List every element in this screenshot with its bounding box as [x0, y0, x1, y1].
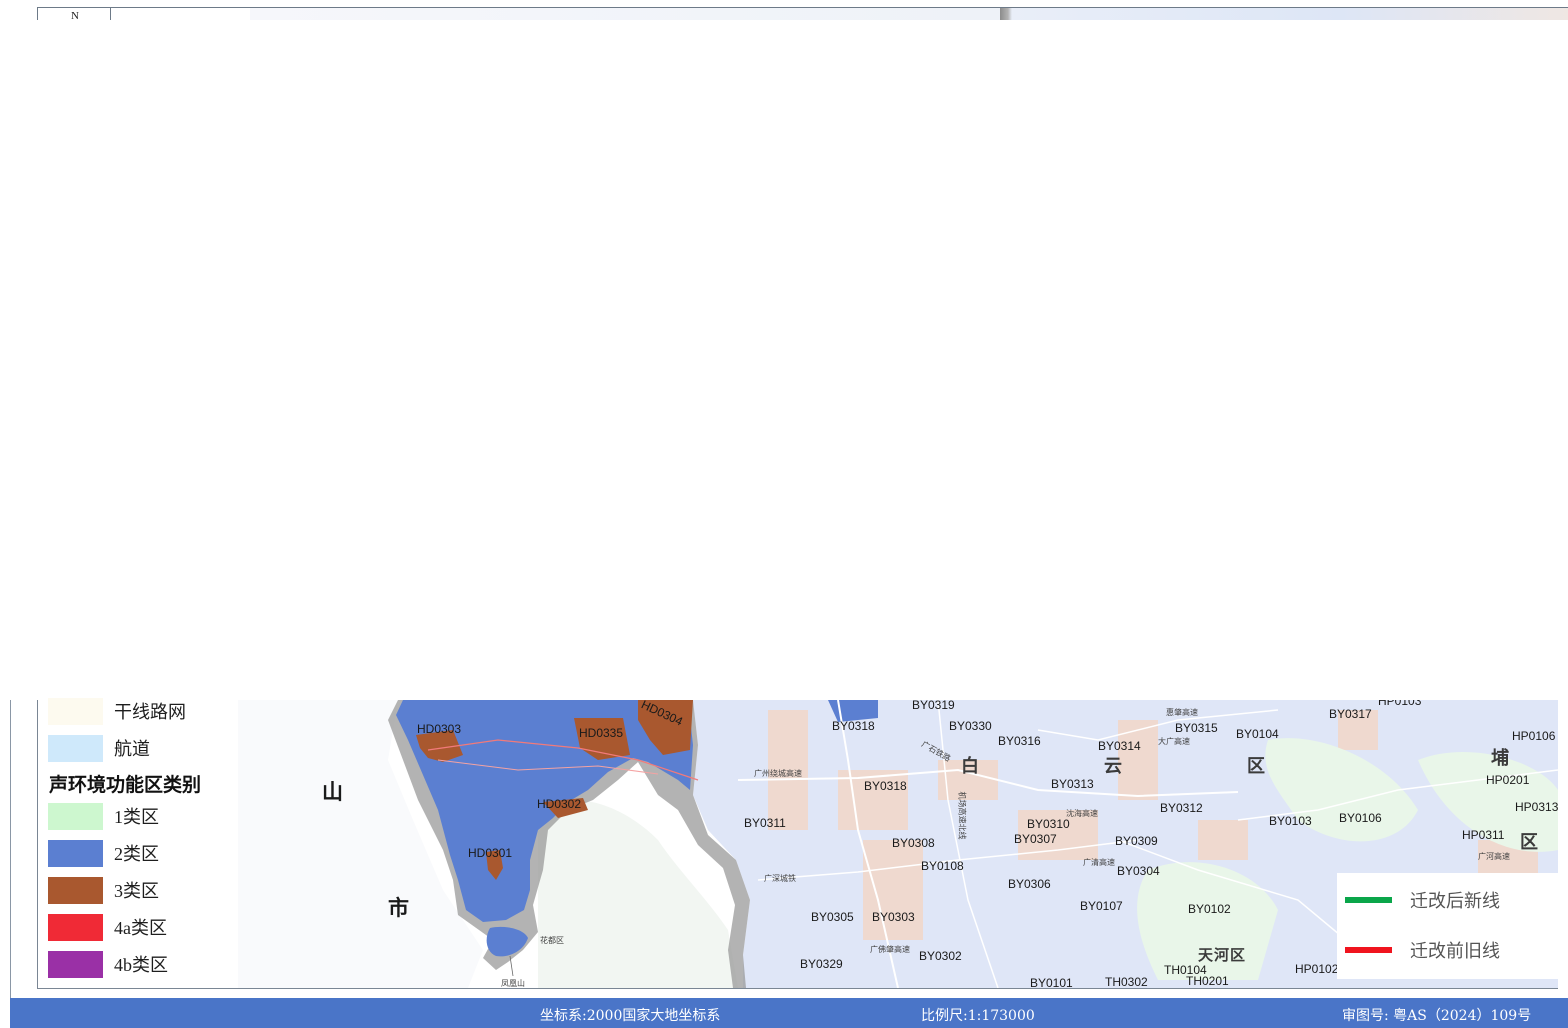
- legend-item-zone-1: 1类区: [48, 802, 159, 830]
- legend-item-zone-2: 2类区: [48, 839, 159, 867]
- zone-label[interactable]: HD0303: [417, 722, 461, 736]
- zone-label[interactable]: BY0309: [1115, 834, 1158, 848]
- region-char-shan: 山: [322, 779, 343, 804]
- zone-label[interactable]: BY0318: [864, 779, 907, 793]
- zone-label[interactable]: BY0304: [1117, 864, 1160, 878]
- legend-label: 4b类区: [114, 955, 168, 975]
- region-char-shi: 市: [388, 895, 409, 920]
- road-name: 机场高速北线: [957, 791, 967, 840]
- legend-item-zone-4b: 4b类区: [48, 950, 168, 978]
- line-legend: 迁改后新线 迁改前旧线: [1337, 873, 1558, 979]
- legend-item-zone-4a: 4a类区: [48, 913, 167, 941]
- frame-divider: [110, 7, 111, 20]
- legend-swatch: [48, 839, 103, 867]
- road-name: 广深城铁: [764, 874, 796, 883]
- footer-bar: 坐标系:2000国家大地坐标系 比例尺:1:173000 审图号: 粤AS（20…: [10, 998, 1568, 1028]
- legend-label: 3类区: [114, 881, 159, 901]
- zone-label[interactable]: BY0107: [1080, 899, 1123, 913]
- road-name: 广州绕城高速: [754, 769, 802, 778]
- legend-item-zone-3: 3类区: [48, 876, 159, 904]
- zone-label[interactable]: HP0103: [1378, 700, 1421, 708]
- district-char-qu: 区: [1247, 756, 1266, 777]
- zone-label[interactable]: BY0329: [800, 957, 843, 971]
- zone-label[interactable]: BY0313: [1051, 777, 1094, 791]
- zone-label[interactable]: HD0335: [579, 726, 623, 740]
- zone-label[interactable]: TH0201: [1186, 974, 1229, 988]
- road-name: 沈海高速: [1066, 809, 1098, 818]
- zone-label[interactable]: BY0316: [998, 734, 1041, 748]
- zone-label[interactable]: BY0305: [811, 910, 854, 924]
- zone-label[interactable]: BY0307: [1014, 832, 1057, 846]
- coordinate-system: 坐标系:2000国家大地坐标系: [540, 1008, 721, 1024]
- zone-label[interactable]: BY0318: [832, 719, 875, 733]
- zone-label[interactable]: BY0302: [919, 949, 962, 963]
- zone-label[interactable]: HP0201: [1486, 773, 1529, 787]
- place-name: 花都区: [540, 936, 564, 945]
- legend-swatch: [48, 734, 103, 762]
- zone-label[interactable]: BY0330: [949, 719, 992, 733]
- place-name: 凤凰山: [501, 979, 525, 988]
- line-legend-old: 迁改前旧线: [1345, 937, 1500, 963]
- zone-label[interactable]: BY0108: [921, 859, 964, 873]
- line-legend-label: 迁改前旧线: [1410, 941, 1500, 962]
- zone-label[interactable]: BY0308: [892, 836, 935, 850]
- road-name: 惠肇高速: [1166, 708, 1198, 717]
- legend-swatch: [48, 697, 103, 725]
- zone-label[interactable]: BY0310: [1027, 817, 1070, 831]
- zone-label[interactable]: BY0319: [912, 700, 955, 712]
- zone-label[interactable]: BY0101: [1030, 976, 1073, 988]
- legend-swatch: [48, 950, 103, 978]
- legend-heading: 声环境功能区类别: [49, 774, 202, 796]
- zone-label[interactable]: BY0102: [1188, 902, 1231, 916]
- zone-label[interactable]: HP0311: [1462, 828, 1504, 842]
- road-name: 广佛肇高速: [870, 945, 910, 954]
- road-name: 广河高速: [1478, 852, 1510, 861]
- zone-label[interactable]: BY0314: [1098, 739, 1141, 753]
- zone-label[interactable]: BY0303: [872, 910, 915, 924]
- map-fragment: [250, 8, 1000, 20]
- zone-label[interactable]: HP0102: [1295, 962, 1338, 976]
- legend-label: 干线路网: [114, 702, 186, 722]
- zone-label[interactable]: BY0317: [1329, 707, 1372, 721]
- road-name: 广清高速: [1083, 858, 1115, 867]
- zone-label[interactable]: BY0311: [744, 816, 786, 830]
- legend-swatch: [48, 876, 103, 904]
- review-number: 审图号: 粤AS（2024）109号: [1342, 1008, 1532, 1024]
- line-legend-swatch: [1345, 897, 1392, 903]
- zone-label[interactable]: TH0302: [1105, 975, 1148, 988]
- scale-text: 比例尺:1:173000: [921, 1008, 1035, 1024]
- legend-item-trunk-roads: 干线路网: [48, 697, 186, 725]
- map-panel: 干线路网 航道 声环境功能区类别 1类区 2类区 3类区 4a类区 4b类区 山…: [0, 697, 1568, 1028]
- zone-label[interactable]: HD0301: [468, 846, 512, 860]
- zone-label[interactable]: BY0104: [1236, 727, 1279, 741]
- zone-label[interactable]: HP0106: [1512, 729, 1555, 743]
- legend-label: 1类区: [114, 807, 159, 827]
- legend-swatch: [48, 913, 103, 941]
- zone-label[interactable]: BY0103: [1269, 814, 1312, 828]
- road-name: 大广高速: [1158, 737, 1190, 746]
- district-tianhe: 天河区: [1198, 946, 1247, 964]
- legend-swatch: [48, 802, 103, 830]
- legend-label: 航道: [114, 739, 150, 759]
- district-char-pu: 埔: [1491, 748, 1510, 769]
- legend-panel: 干线路网 航道 声环境功能区类别 1类区 2类区 3类区 4a类区 4b类区: [37, 697, 239, 989]
- legend-item-waterway: 航道: [48, 734, 150, 762]
- line-legend-new: 迁改后新线: [1345, 887, 1500, 913]
- north-arrow-label: N: [71, 10, 79, 20]
- top-strip: N: [0, 0, 1568, 20]
- district-char-yun: 云: [1104, 756, 1123, 777]
- zone-label[interactable]: BY0306: [1008, 877, 1051, 891]
- zone-label[interactable]: HD0302: [537, 797, 581, 811]
- zone-label[interactable]: BY0315: [1175, 721, 1218, 735]
- legend-label: 4a类区: [114, 918, 167, 938]
- line-legend-label: 迁改后新线: [1410, 891, 1500, 912]
- legend-label: 2类区: [114, 844, 159, 864]
- zone-label[interactable]: BY0312: [1160, 801, 1203, 815]
- district-char-qu-2: 区: [1520, 832, 1539, 853]
- zone-label[interactable]: BY0106: [1339, 811, 1382, 825]
- map-fragment-right: [1000, 8, 1568, 20]
- line-legend-swatch: [1345, 947, 1392, 953]
- zone-label[interactable]: HP0313: [1515, 800, 1558, 814]
- district-char-bai: 白: [961, 756, 980, 777]
